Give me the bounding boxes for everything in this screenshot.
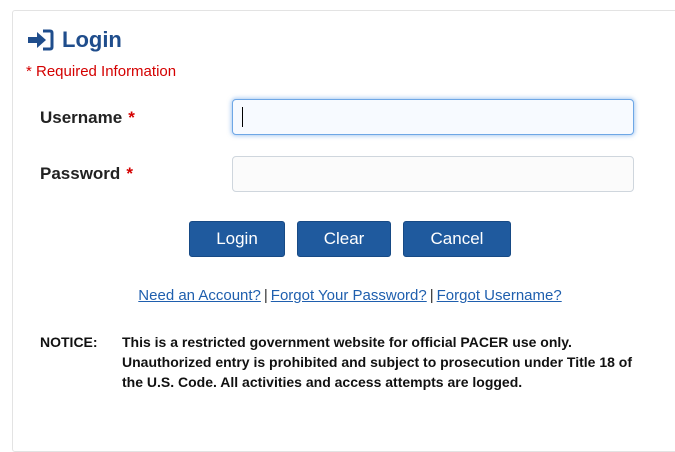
login-heading: Login (26, 26, 122, 54)
login-button[interactable]: Login (189, 221, 285, 257)
username-label: Username * (40, 108, 135, 128)
password-required-marker: * (126, 164, 133, 183)
required-information-note: * Required Information (26, 63, 177, 80)
username-required-marker: * (128, 108, 135, 127)
notice-label: NOTICE: (40, 334, 98, 350)
security-notice: NOTICE: This is a restricted government … (40, 332, 642, 392)
username-label-text: Username (40, 108, 123, 127)
link-separator: | (429, 287, 434, 304)
forgot-password-link[interactable]: Forgot Your Password? (271, 287, 427, 304)
clear-button[interactable]: Clear (297, 221, 391, 257)
password-input[interactable] (232, 156, 634, 192)
password-label-text: Password (40, 164, 121, 183)
notice-text: This is a restricted government website … (122, 334, 633, 390)
text-cursor (242, 107, 243, 127)
link-separator: | (263, 287, 268, 304)
page-title: Login (62, 27, 122, 52)
account-links: Need an Account? | Forgot Your Password? | F… (0, 287, 675, 304)
password-label: Password * (40, 164, 133, 184)
username-input[interactable] (232, 99, 634, 135)
need-account-link[interactable]: Need an Account? (138, 287, 261, 304)
cancel-button[interactable]: Cancel (403, 221, 511, 257)
sign-in-icon (26, 29, 54, 51)
forgot-username-link[interactable]: Forgot Username? (437, 287, 562, 304)
